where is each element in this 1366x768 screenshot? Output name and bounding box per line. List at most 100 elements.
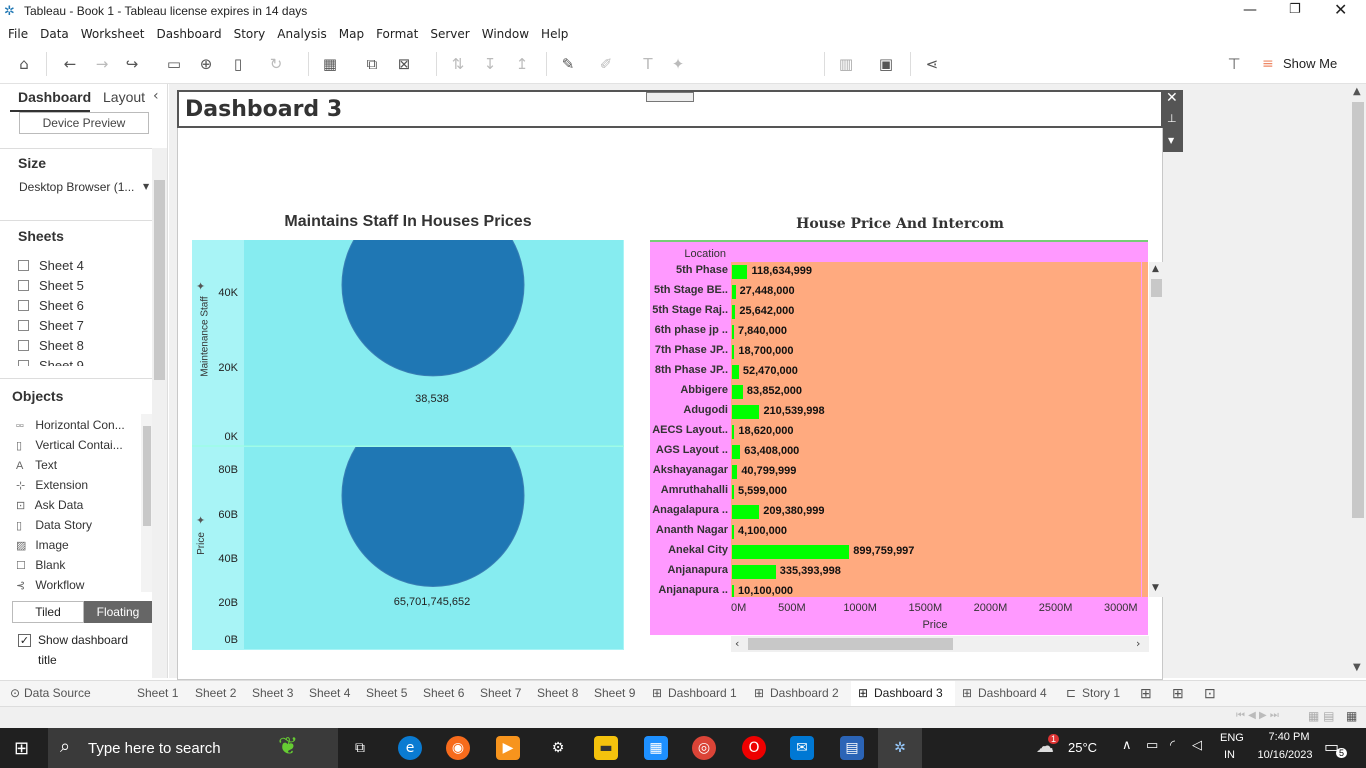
tab-dashboard-2[interactable]: Dashboard 2 <box>770 681 839 706</box>
menu-map[interactable]: Map <box>333 24 370 44</box>
lang-in[interactable]: IN <box>1224 749 1235 761</box>
chrome-icon[interactable]: ◎ <box>692 736 716 760</box>
menu-story[interactable]: Story <box>228 24 272 44</box>
news-icon[interactable]: ▤ <box>840 736 864 760</box>
pause-updates-icon[interactable]: ▯ <box>226 52 250 76</box>
h-scrollbar-thumb[interactable] <box>748 638 953 650</box>
tab-sheet-9[interactable]: Sheet 9 <box>594 681 635 706</box>
row-scrollbar-thumb[interactable] <box>1151 279 1162 297</box>
bar[interactable] <box>732 325 734 339</box>
presentation-icon[interactable]: ▣ <box>874 52 898 76</box>
show-me-button[interactable]: Show Me <box>1283 56 1337 71</box>
sort-ascending-icon[interactable]: ↧ <box>478 52 502 76</box>
object-workflow[interactable]: ⊰ Workflow <box>16 578 84 592</box>
show-title-checkbox[interactable]: ✓ <box>18 634 31 647</box>
tooltip-icon[interactable]: ⊤ <box>1222 52 1246 76</box>
opera-icon[interactable]: O <box>742 736 766 760</box>
floating-button[interactable]: Floating <box>84 601 152 623</box>
size-dropdown[interactable]: Desktop Browser (1... <box>19 180 134 194</box>
menu-analysis[interactable]: Analysis <box>271 24 332 44</box>
scroll-left-icon[interactable]: ‹ <box>735 637 739 650</box>
replay-icon[interactable]: ↪ <box>120 52 144 76</box>
network-icon[interactable]: ◜ <box>1170 738 1175 753</box>
tab-story-1[interactable]: Story 1 <box>1082 681 1120 706</box>
bar[interactable] <box>732 305 736 319</box>
new-story-icon[interactable]: ⊡ <box>1204 681 1216 706</box>
group-icon[interactable]: ✐ <box>594 52 618 76</box>
edge-icon[interactable]: e <box>398 736 422 760</box>
lang-eng[interactable]: ENG <box>1220 732 1244 744</box>
bar[interactable] <box>732 505 760 519</box>
menu-worksheet[interactable]: Worksheet <box>75 24 151 44</box>
tab-sheet-3[interactable]: Sheet 3 <box>252 681 293 706</box>
menu-help[interactable]: Help <box>535 24 574 44</box>
bar[interactable] <box>732 485 734 499</box>
more-options-icon[interactable]: ▼ <box>1168 136 1174 145</box>
tab-dashboard-1[interactable]: Dashboard 1 <box>668 681 737 706</box>
mail-icon[interactable]: ✉ <box>790 736 814 760</box>
new-dashboard-icon[interactable]: ⊞ <box>1172 681 1184 706</box>
menu-server[interactable]: Server <box>424 24 475 44</box>
remove-object-icon[interactable]: ✕ <box>1166 90 1178 106</box>
objects-scrollbar-thumb[interactable] <box>143 426 151 526</box>
firefox-icon[interactable]: ◉ <box>446 736 470 760</box>
canvas-vscroll-thumb[interactable] <box>1352 102 1364 518</box>
bar[interactable] <box>732 345 735 359</box>
bar[interactable] <box>732 385 743 399</box>
tableau-app-icon[interactable]: ✲ <box>888 736 912 760</box>
object-blank[interactable]: ☐ Blank <box>16 558 65 572</box>
tab-sheet-1[interactable]: Sheet 1 <box>137 681 178 706</box>
pin-icon[interactable]: ✦ <box>666 52 690 76</box>
scroll-down-icon[interactable]: ▼ <box>1152 583 1159 593</box>
tab-sheet-8[interactable]: Sheet 8 <box>537 681 578 706</box>
task-view-icon[interactable]: ⧉ <box>348 736 372 760</box>
sheet-item[interactable]: Sheet 9 <box>18 358 84 366</box>
object-horizontal-container[interactable]: ▫▫ Horizontal Con... <box>16 418 125 432</box>
bar[interactable] <box>732 285 736 299</box>
tab-sheet-2[interactable]: Sheet 2 <box>195 681 236 706</box>
sheet-item[interactable]: Sheet 6 <box>18 298 84 313</box>
share-icon[interactable]: ⋖ <box>920 52 944 76</box>
object-text[interactable]: A Text <box>16 458 57 472</box>
tab-layout[interactable]: Layout <box>103 89 145 105</box>
bar[interactable] <box>732 545 850 559</box>
tab-sheet-7[interactable]: Sheet 7 <box>480 681 521 706</box>
tab-dashboard-4[interactable]: Dashboard 4 <box>978 681 1047 706</box>
settings-icon[interactable]: ⚙ <box>546 736 570 760</box>
show-cards-icon[interactable]: ▥ <box>834 52 858 76</box>
bar[interactable] <box>732 425 735 439</box>
battery-icon[interactable]: ▭ <box>1146 738 1158 753</box>
device-preview-button[interactable]: Device Preview <box>19 112 149 134</box>
tab-data-source[interactable]: Data Source <box>24 681 91 706</box>
sheet-item[interactable]: Sheet 8 <box>18 338 84 353</box>
tab-dashboard-3[interactable]: Dashboard 3 <box>874 681 943 706</box>
redo-icon[interactable]: → <box>90 52 114 76</box>
label-icon[interactable]: T <box>636 52 660 76</box>
media-player-icon[interactable]: ▶ <box>496 736 520 760</box>
grid-view-icon[interactable]: ▦ ▤ <box>1308 709 1335 723</box>
minimize-button[interactable]: — <box>1243 2 1257 18</box>
tab-sheet-4[interactable]: Sheet 4 <box>309 681 350 706</box>
new-worksheet-icon[interactable]: ▦ <box>318 52 342 76</box>
menu-window[interactable]: Window <box>476 24 535 44</box>
bar[interactable] <box>732 465 738 479</box>
store-icon[interactable]: ▦ <box>644 736 668 760</box>
film-view-icon[interactable]: ▦ <box>1346 709 1357 723</box>
scroll-up-icon[interactable]: ▲ <box>1353 86 1361 97</box>
object-image[interactable]: ▨ Image <box>16 538 69 552</box>
clock-time[interactable]: 7:40 PM <box>1258 731 1320 743</box>
tab-dashboard[interactable]: Dashboard <box>18 89 91 105</box>
show-me-icon[interactable]: ≡ <box>1262 56 1274 72</box>
sheet-item[interactable]: Sheet 5 <box>18 278 84 293</box>
scroll-right-icon[interactable]: › <box>1136 637 1140 650</box>
tab-sheet-6[interactable]: Sheet 6 <box>423 681 464 706</box>
bar[interactable] <box>732 445 741 459</box>
undo-icon[interactable]: ← <box>58 52 82 76</box>
bar[interactable] <box>732 585 734 597</box>
menu-dashboard[interactable]: Dashboard <box>150 24 227 44</box>
sort-descending-icon[interactable]: ↥ <box>510 52 534 76</box>
pin-container-icon[interactable]: ⊥ <box>1167 112 1177 125</box>
new-data-source-icon[interactable]: ⊕ <box>194 52 218 76</box>
collapse-pane-icon[interactable]: ‹ <box>153 88 159 104</box>
scrollbar-thumb[interactable] <box>154 180 165 380</box>
